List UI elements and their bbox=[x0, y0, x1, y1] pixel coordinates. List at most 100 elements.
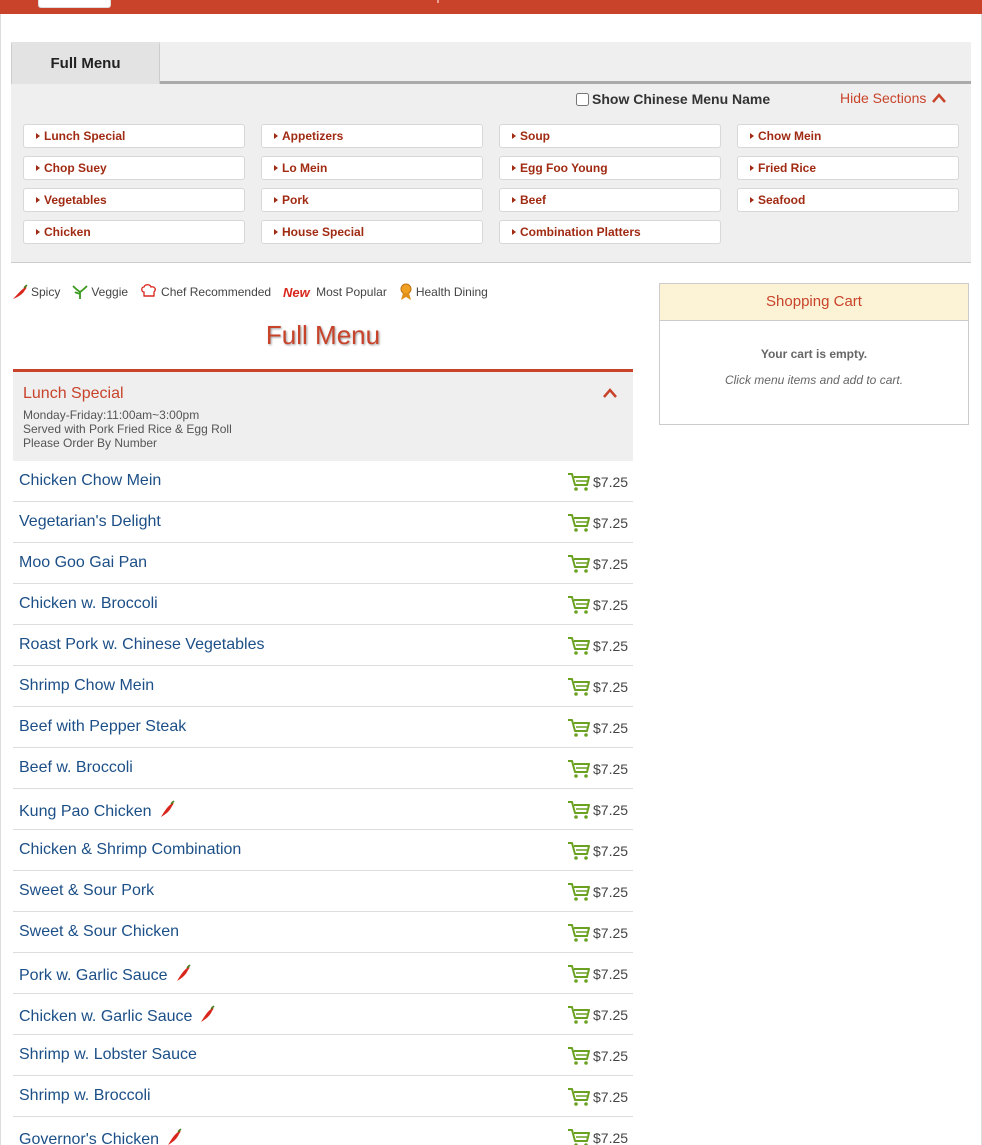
menu-item-row[interactable]: Moo Goo Gai Pan $7.25 bbox=[13, 543, 633, 584]
tab-strip: Full Menu bbox=[11, 42, 971, 84]
section-desc-note: Please Order By Number bbox=[23, 436, 158, 450]
menu-item-name[interactable]: Sweet & Sour Pork bbox=[19, 882, 154, 900]
menu-item-row[interactable]: Vegetarian's Delight $7.25 bbox=[13, 502, 633, 543]
menu-item-name[interactable]: Beef with Pepper Steak bbox=[19, 718, 186, 736]
menu-item-name[interactable]: Shrimp w. Lobster Sauce bbox=[19, 1046, 197, 1064]
menu-item-name[interactable]: Chicken w. Broccoli bbox=[19, 595, 158, 613]
add-to-cart-icon[interactable] bbox=[567, 1046, 591, 1066]
section-link-combination-platters[interactable]: Combination Platters bbox=[499, 220, 721, 244]
menu-item-row[interactable]: Sweet & Sour Pork $7.25 bbox=[13, 871, 633, 912]
add-to-cart-icon[interactable] bbox=[567, 554, 591, 574]
section-link-vegetables[interactable]: Vegetables bbox=[23, 188, 245, 212]
add-to-cart-icon[interactable] bbox=[567, 759, 591, 779]
caret-right-icon bbox=[750, 133, 754, 139]
menu-item-name-text: Chicken w. Broccoli bbox=[19, 595, 158, 612]
legend: Spicy Veggie Chef Recommended New Most P… bbox=[12, 283, 500, 301]
menu-item-row[interactable]: Beef with Pepper Steak $7.25 bbox=[13, 707, 633, 748]
add-to-cart-icon[interactable] bbox=[567, 595, 591, 615]
section-link-label: Seafood bbox=[758, 193, 806, 207]
add-to-cart-icon[interactable] bbox=[567, 964, 591, 984]
hide-sections-button[interactable]: Hide Sections bbox=[840, 90, 947, 106]
chili-icon bbox=[166, 1128, 182, 1145]
add-to-cart-icon[interactable] bbox=[567, 1087, 591, 1107]
chinese-menu-toggle[interactable]: Show Chinese Menu Name bbox=[576, 91, 770, 107]
menu-item-name[interactable]: Shrimp w. Broccoli bbox=[19, 1087, 151, 1105]
menu-item-name[interactable]: Chicken Chow Mein bbox=[19, 472, 161, 490]
chinese-menu-checkbox[interactable] bbox=[576, 92, 589, 106]
menu-item-name[interactable]: Moo Goo Gai Pan bbox=[19, 554, 147, 572]
new-badge-icon: New bbox=[283, 285, 311, 299]
menu-item-name-text: Roast Pork w. Chinese Vegetables bbox=[19, 636, 265, 653]
menu-item-name[interactable]: Chicken w. Garlic Sauce bbox=[19, 1005, 215, 1028]
add-to-cart-icon[interactable] bbox=[567, 677, 591, 697]
chevron-up-icon[interactable] bbox=[603, 388, 617, 398]
section-link-house-special[interactable]: House Special bbox=[261, 220, 483, 244]
section-link-seafood[interactable]: Seafood bbox=[737, 188, 959, 212]
add-to-cart-icon[interactable] bbox=[567, 1128, 591, 1145]
caret-right-icon bbox=[274, 133, 278, 139]
caret-right-icon bbox=[36, 133, 40, 139]
section-description: Monday-Friday:11:00am~3:00pm Served with… bbox=[23, 408, 232, 450]
menu-item-name[interactable]: Governor's Chicken bbox=[19, 1128, 182, 1145]
section-link-chicken[interactable]: Chicken bbox=[23, 220, 245, 244]
menu-item-row[interactable]: Shrimp w. Broccoli $7.25 bbox=[13, 1076, 633, 1117]
caret-right-icon bbox=[512, 197, 516, 203]
menu-item-row[interactable]: Chicken Chow Mein $7.25 bbox=[13, 461, 633, 502]
section-link-pork[interactable]: Pork bbox=[261, 188, 483, 212]
add-to-cart-icon[interactable] bbox=[567, 882, 591, 902]
add-to-cart-icon[interactable] bbox=[567, 513, 591, 533]
menu-item-name[interactable]: Chicken & Shrimp Combination bbox=[19, 841, 241, 859]
menu-item-name[interactable]: Beef w. Broccoli bbox=[19, 759, 133, 777]
caret-right-icon bbox=[274, 165, 278, 171]
section-header-lunch-special[interactable]: Lunch Special Monday-Friday:11:00am~3:00… bbox=[13, 372, 633, 461]
menu-item-name[interactable]: Sweet & Sour Chicken bbox=[19, 923, 179, 941]
menu-item-price: $7.25 bbox=[593, 925, 629, 941]
section-link-lunch-special[interactable]: Lunch Special bbox=[23, 124, 245, 148]
add-to-cart-icon[interactable] bbox=[567, 1005, 591, 1025]
section-link-label: Fried Rice bbox=[758, 161, 817, 175]
legend-veggie-label: Veggie bbox=[91, 285, 129, 299]
menu-item-row[interactable]: Beef w. Broccoli $7.25 bbox=[13, 748, 633, 789]
section-link-egg-foo-young[interactable]: Egg Foo Young bbox=[499, 156, 721, 180]
menu-item-name[interactable]: Roast Pork w. Chinese Vegetables bbox=[19, 636, 264, 654]
add-to-cart-icon[interactable] bbox=[567, 636, 591, 656]
menu-item-row[interactable]: Chicken & Shrimp Combination $7.25 bbox=[13, 830, 633, 871]
section-link-label: Soup bbox=[520, 129, 550, 143]
menu-item-row[interactable]: Roast Pork w. Chinese Vegetables $7.25 bbox=[13, 625, 633, 666]
menu-item-name[interactable]: Vegetarian's Delight bbox=[19, 513, 161, 531]
menu-item-row[interactable]: Sweet & Sour Chicken $7.25 bbox=[13, 912, 633, 953]
menu-item-name[interactable]: Pork w. Garlic Sauce bbox=[19, 964, 191, 987]
chinese-menu-label: Show Chinese Menu Name bbox=[592, 91, 771, 107]
caret-right-icon bbox=[274, 229, 278, 235]
section-link-lo-mein[interactable]: Lo Mein bbox=[261, 156, 483, 180]
section-link-beef[interactable]: Beef bbox=[499, 188, 721, 212]
menu-item-name-text: Sweet & Sour Pork bbox=[19, 882, 155, 899]
section-link-chop-suey[interactable]: Chop Suey bbox=[23, 156, 245, 180]
section-link-label: House Special bbox=[282, 225, 365, 239]
chili-icon bbox=[175, 964, 191, 987]
section-link-appetizers[interactable]: Appetizers bbox=[261, 124, 483, 148]
menu-item-row[interactable]: Chicken w. Broccoli $7.25 bbox=[13, 584, 633, 625]
add-to-cart-icon[interactable] bbox=[567, 472, 591, 492]
chili-icon bbox=[13, 284, 28, 299]
add-to-cart-icon[interactable] bbox=[567, 923, 591, 943]
menu-item-row[interactable]: Shrimp w. Lobster Sauce $7.25 bbox=[13, 1035, 633, 1076]
section-link-soup[interactable]: Soup bbox=[499, 124, 721, 148]
menu-item-row[interactable]: Shrimp Chow Mein $7.25 bbox=[13, 666, 633, 707]
add-to-cart-icon[interactable] bbox=[567, 841, 591, 861]
section-link-chow-mein[interactable]: Chow Mein bbox=[737, 124, 959, 148]
add-to-cart-icon[interactable] bbox=[567, 800, 591, 820]
menu-item-row[interactable]: Chicken w. Garlic Sauce $7.25 bbox=[13, 994, 633, 1035]
menu-item-name[interactable]: Shrimp Chow Mein bbox=[19, 677, 154, 695]
legend-popular: New Most Popular bbox=[283, 285, 387, 299]
tab-full-menu[interactable]: Full Menu bbox=[11, 42, 160, 84]
add-to-cart-icon[interactable] bbox=[567, 718, 591, 738]
top-nav-box[interactable] bbox=[38, 0, 111, 8]
menu-item-row[interactable]: Kung Pao Chicken $7.25 bbox=[13, 789, 633, 830]
section-link-label: Vegetables bbox=[44, 193, 107, 207]
menu-item-row[interactable]: Pork w. Garlic Sauce $7.25 bbox=[13, 953, 633, 994]
menu-item-name[interactable]: Kung Pao Chicken bbox=[19, 800, 175, 823]
section-link-fried-rice[interactable]: Fried Rice bbox=[737, 156, 959, 180]
menu-item-row[interactable]: Governor's Chicken $7.25 bbox=[13, 1117, 633, 1145]
menu-item-price: $7.25 bbox=[593, 679, 629, 695]
